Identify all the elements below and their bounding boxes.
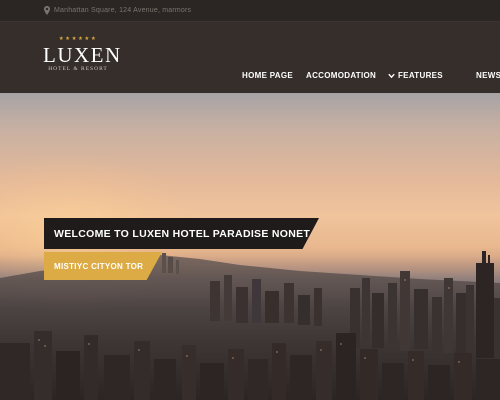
nav-item-features[interactable]: FEATURES bbox=[388, 71, 443, 80]
slide-title: WELCOME TO LUXEN HOTEL PARADISE NONET bbox=[44, 218, 319, 249]
nav-item-label: FEATURES bbox=[398, 71, 443, 80]
nav-item-news[interactable]: NEWS bbox=[476, 71, 500, 80]
logo-name: LUXEN bbox=[43, 43, 122, 67]
nav-item-label: NEWS bbox=[476, 71, 500, 80]
site-logo[interactable]: ★★★★★★ LUXEN HOTEL & RESORT bbox=[43, 36, 122, 73]
nav-item-home-page[interactable]: HOME PAGE bbox=[242, 71, 293, 80]
nav-item-label: ACCOMODATION bbox=[306, 71, 377, 80]
address-text: Manhattan Square, 124 Avenue, marmors bbox=[54, 7, 192, 14]
nav-item-accomodation[interactable]: ACCOMODATION bbox=[306, 71, 376, 80]
map-pin-icon bbox=[44, 6, 50, 15]
rating-stars: ★★★★★★ bbox=[58, 36, 98, 42]
slide-subtitle-button[interactable]: MISTIYC CITYON TOR bbox=[44, 252, 162, 280]
top-info-bar: Manhattan Square, 124 Avenue, marmors bbox=[0, 0, 500, 22]
nav-item-label: HOME PAGE bbox=[242, 71, 294, 80]
hero-slider[interactable]: WELCOME TO LUXEN HOTEL PARADISE NONET MI… bbox=[0, 93, 500, 400]
main-nav: HOME PAGE ACCOMODATION FEATURES NEWS bbox=[0, 71, 500, 85]
site-header: ★★★★★★ LUXEN HOTEL & RESORT HOME PAGE AC… bbox=[0, 22, 500, 93]
chevron-down-icon bbox=[388, 73, 395, 78]
